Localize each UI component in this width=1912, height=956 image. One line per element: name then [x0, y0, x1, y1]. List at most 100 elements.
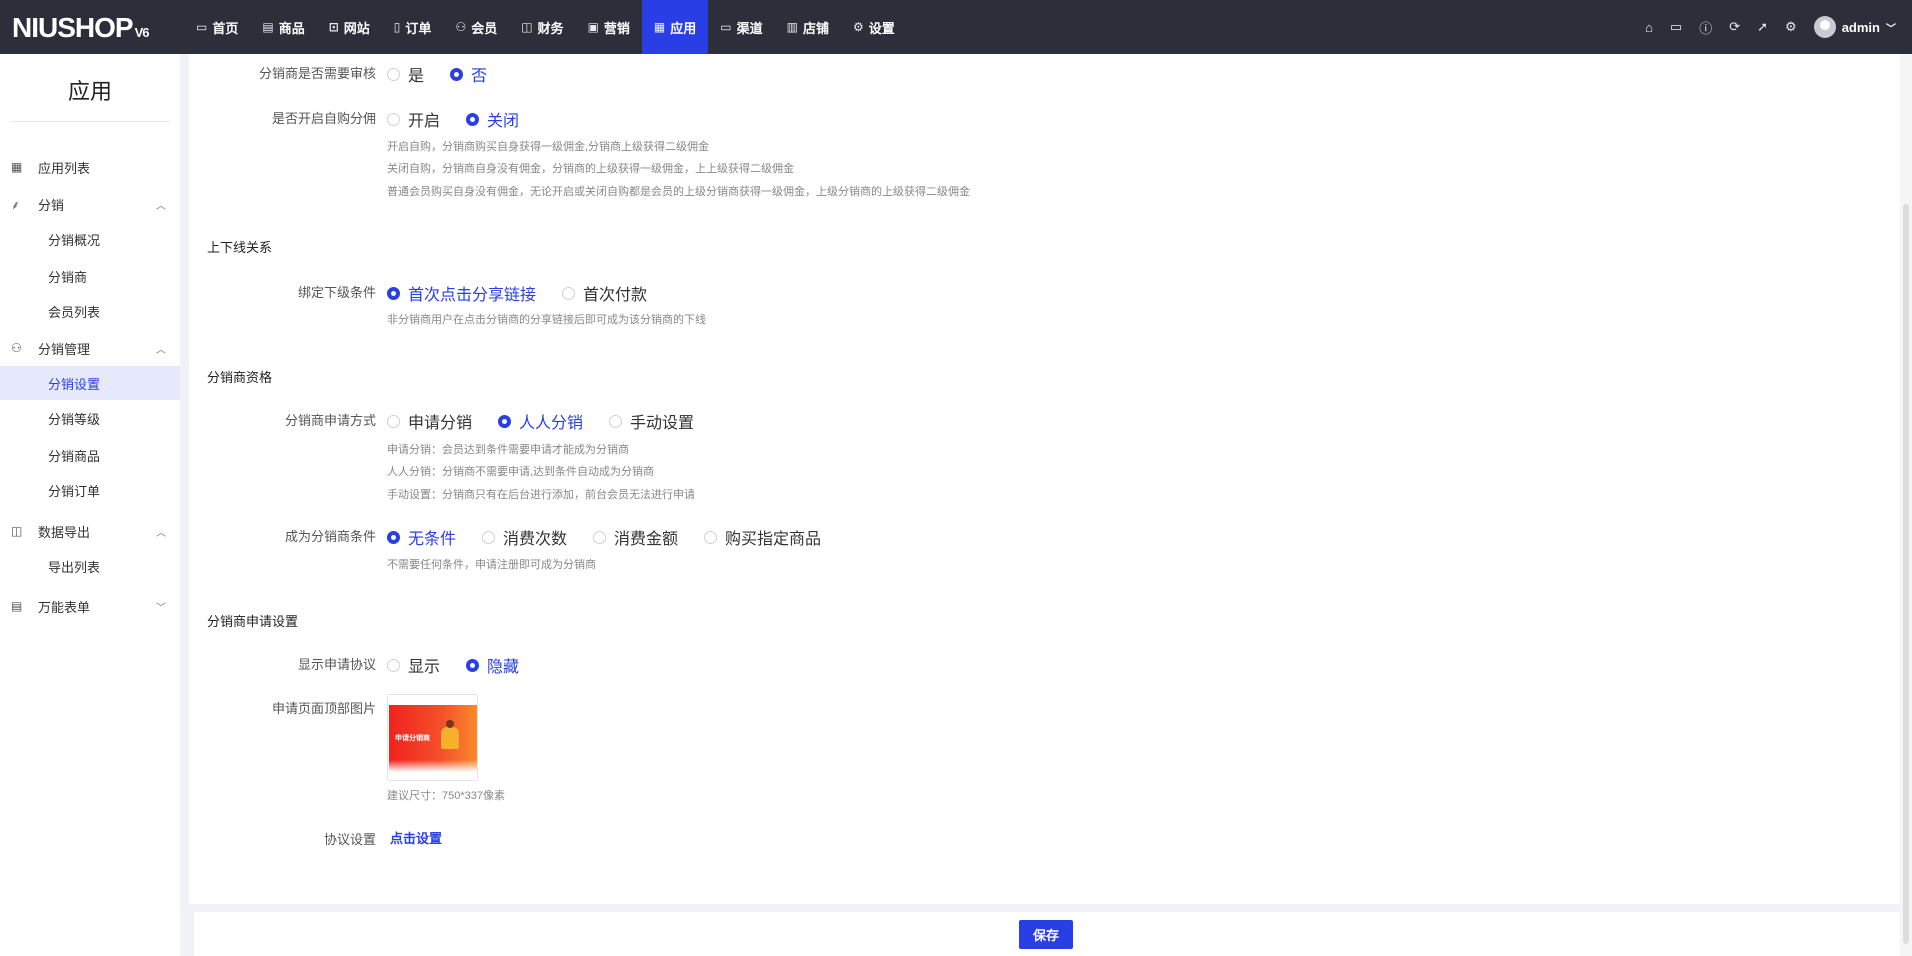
condition-option-1[interactable]: 消费次数 — [482, 525, 567, 549]
top-image-upload[interactable]: 申请分销商 — [387, 694, 478, 781]
sidebar-item-label: 会员列表 — [48, 304, 101, 320]
user-menu[interactable]: admin ﹀ — [1813, 16, 1896, 38]
apply_mode-option-1[interactable]: 人人分销 — [498, 409, 583, 433]
scrollbar-thumb[interactable] — [1903, 204, 1909, 944]
radio-button[interactable] — [466, 112, 480, 126]
store-icon[interactable]: ⌂ — [1645, 20, 1653, 35]
nav-label: 商品 — [278, 20, 305, 36]
sidebar-item-0[interactable]: ▦ 应用列表 — [0, 150, 180, 184]
app-list-icon: ▦ — [11, 160, 23, 174]
logo-text: NIUSHOP — [12, 12, 134, 43]
export-icon: ◫ — [11, 524, 23, 538]
sidebar-title: 应用 — [67, 79, 112, 104]
nav-label: 店铺 — [802, 20, 829, 36]
audit-options: 是否 — [387, 62, 513, 86]
sidebar-item-8[interactable]: 分销商品 — [0, 438, 180, 472]
avatar — [1813, 16, 1836, 38]
message-icon[interactable]: ▭ — [1670, 19, 1682, 35]
settings-icon: ⚙ — [853, 20, 864, 34]
radio-button[interactable] — [387, 530, 400, 544]
sidebar-item-label: 分销管理 — [38, 341, 91, 357]
scrollbar[interactable] — [1900, 54, 1912, 956]
self_buy-option-0[interactable]: 开启 — [387, 107, 440, 131]
gear-icon[interactable]: ⚙ — [1785, 19, 1797, 35]
sidebar-item-11[interactable]: 导出列表 — [0, 549, 180, 583]
header-tools: ⌂ ▭ ⓘ ⟳ ➚ ⚙ admin ﹀ — [1645, 0, 1896, 54]
hint-text: 不需要任何条件，申请注册即可成为分销商 — [387, 559, 596, 571]
sidebar-item-6[interactable]: 分销设置 — [0, 366, 180, 400]
nav-item-0[interactable]: ▭ 首页 — [184, 0, 250, 54]
sidebar-item-label: 分销 — [38, 197, 65, 213]
sidebar-item-1[interactable]: ⸙ 分销 ︿ — [0, 187, 180, 221]
refresh-icon[interactable]: ⟳ — [1729, 19, 1740, 35]
show_agreement-option-0[interactable]: 显示 — [387, 653, 440, 677]
form-icon: ▤ — [11, 599, 23, 613]
nav-item-9[interactable]: ▥ 店铺 — [775, 0, 841, 54]
radio-button[interactable] — [387, 658, 400, 672]
radio-button[interactable] — [387, 414, 400, 428]
radio-button[interactable] — [466, 658, 480, 672]
sidebar-item-12[interactable]: ▤ 万能表单 ﹀ — [0, 589, 180, 623]
sidebar-item-5[interactable]: ⚇ 分销管理 ︿ — [0, 331, 180, 365]
radio-button[interactable] — [498, 414, 512, 428]
bind-option-1[interactable]: 首次付款 — [562, 281, 647, 305]
nav-label: 会员 — [471, 20, 498, 36]
banner-image: 申请分销商 — [389, 705, 477, 772]
audit-option-1[interactable]: 否 — [450, 62, 487, 86]
self_buy-label: 是否开启自购分佣 — [271, 111, 376, 126]
sidebar-item-10[interactable]: ◫ 数据导出 ︿ — [0, 514, 180, 548]
option-label: 关闭 — [487, 113, 520, 130]
sidebar-item-2[interactable]: 分销概况 — [0, 222, 180, 256]
sidebar-item-9[interactable]: 分销订单 — [0, 473, 180, 507]
condition-option-3[interactable]: 购买指定商品 — [704, 525, 821, 549]
nav-item-3[interactable]: ▯ 订单 — [382, 0, 444, 54]
option-label: 首次点击分享链接 — [408, 287, 537, 304]
agreement-settings-link[interactable]: 点击设置 — [390, 828, 442, 847]
order-icon: ▯ — [393, 20, 401, 34]
hint-text: 非分销商用户在点击分销商的分享链接后即可成为该分销商的下线 — [387, 314, 706, 326]
nav-item-10[interactable]: ⚙ 设置 — [841, 0, 907, 54]
radio-button[interactable] — [387, 286, 400, 300]
radio-button[interactable] — [387, 112, 400, 126]
hint-text: 手动设置：分销商只有在后台进行添加，前台会员无法进行申请 — [387, 489, 695, 501]
manage-icon: ⚇ — [11, 341, 22, 355]
radio-button[interactable] — [450, 67, 464, 81]
sidebar: 应用 ▦ 应用列表 ⸙ 分销 ︿ 分销概况 分销商 会员列表 ⚇ 分销管理 ︿ 分销设置 分销等级 分销商… — [0, 54, 180, 956]
rocket-icon[interactable]: ➚ — [1757, 19, 1768, 35]
channel-icon: ▭ — [720, 20, 732, 34]
save-button[interactable]: 保存 — [1019, 920, 1073, 949]
self_buy-option-1[interactable]: 关闭 — [466, 107, 519, 131]
sidebar-item-3[interactable]: 分销商 — [0, 259, 180, 293]
banner-text: 申请分销商 — [395, 735, 430, 742]
nav-label: 营销 — [603, 20, 630, 36]
radio-button[interactable] — [593, 530, 607, 544]
apply_mode-option-2[interactable]: 手动设置 — [609, 409, 694, 433]
condition-option-2[interactable]: 消费金额 — [593, 525, 678, 549]
radio-button[interactable] — [562, 286, 576, 300]
radio-button[interactable] — [387, 67, 400, 81]
bind-option-0[interactable]: 首次点击分享链接 — [387, 281, 536, 305]
bind-options: 首次点击分享链接 首次付款 — [387, 281, 673, 305]
banner-figure — [441, 720, 459, 749]
radio-button[interactable] — [482, 530, 496, 544]
sidebar-item-7[interactable]: 分销等级 — [0, 401, 180, 435]
nav-item-7[interactable]: ▦ 应用 — [641, 0, 709, 54]
nav-item-8[interactable]: ▭ 渠道 — [708, 0, 774, 54]
nav-item-5[interactable]: ◫ 财务 — [509, 0, 575, 54]
radio-button[interactable] — [609, 414, 623, 428]
condition-option-0[interactable]: 无条件 — [387, 525, 456, 549]
sidebar-item-4[interactable]: 会员列表 — [0, 294, 180, 328]
nav-item-2[interactable]: ⊡ 网站 — [317, 0, 382, 54]
show_agreement-option-1[interactable]: 隐藏 — [466, 653, 519, 677]
hint-text: 普通会员购买自身没有佣金，无论开启或关闭自购都是会员的上级分销商获得一级佣金，上… — [387, 186, 970, 198]
nav-item-1[interactable]: ▤ 商品 — [250, 0, 316, 54]
username: admin — [1841, 19, 1880, 35]
nav-item-4[interactable]: ⚇ 会员 — [443, 0, 509, 54]
footer-bar: 保存 — [194, 912, 1900, 956]
section-title-apply: 分销商申请设置 — [207, 614, 299, 629]
radio-button[interactable] — [704, 530, 718, 544]
audit-option-0[interactable]: 是 — [387, 62, 424, 86]
nav-item-6[interactable]: ▣ 营销 — [576, 0, 642, 54]
info-icon[interactable]: ⓘ — [1699, 18, 1712, 37]
apply_mode-option-0[interactable]: 申请分销 — [387, 409, 472, 433]
